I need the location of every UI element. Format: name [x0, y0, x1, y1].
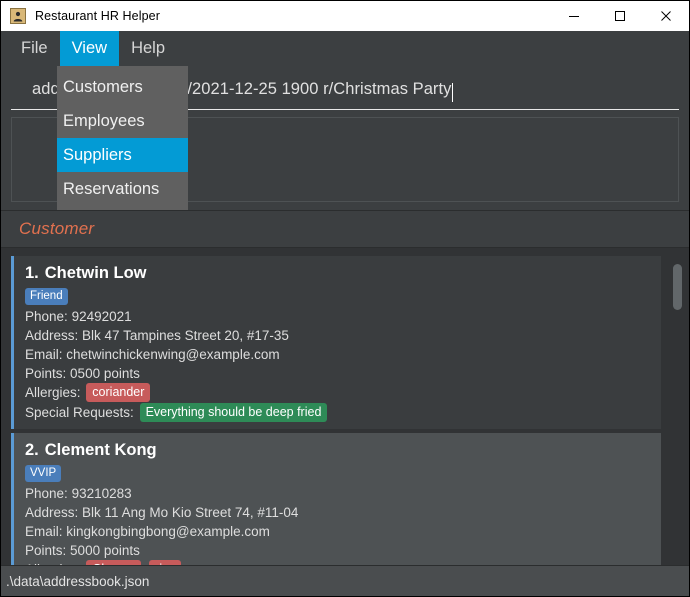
- field-phone-value: 93210283: [71, 486, 132, 501]
- field-address-value: Blk 11 Ang Mo Kio Street 74, #11-04: [82, 505, 299, 520]
- card-accent-bar: [11, 256, 14, 429]
- command-input-prefix: add: [32, 79, 60, 98]
- special-request-badge: Everything should be deep fried: [139, 403, 328, 422]
- tag-row: Friend: [25, 286, 661, 305]
- view-dropdown-menu: Customers Employees Suppliers Reservatio…: [57, 66, 188, 210]
- field-address-value: Blk 47 Tampines Street 20, #17-35: [82, 328, 289, 343]
- menu-option-reservations[interactable]: Reservations: [57, 172, 188, 206]
- menu-item-file[interactable]: File: [9, 31, 60, 66]
- field-allergies-label: Allergies:: [25, 562, 81, 565]
- field-points-value: 0500 points: [70, 366, 140, 381]
- list-item[interactable]: 1. Chetwin Low Friend Phone: 92492021 Add…: [11, 256, 661, 429]
- status-badge: Friend: [25, 288, 68, 305]
- card-index: 2.: [25, 441, 39, 459]
- allergy-badge: coriander: [86, 383, 151, 402]
- field-allergies: Allergies: Cheese rice: [25, 560, 661, 565]
- field-phone-label: Phone:: [25, 486, 68, 501]
- field-email-label: Email:: [25, 347, 63, 362]
- menu-option-customers[interactable]: Customers: [57, 70, 188, 104]
- menu-option-suppliers[interactable]: Suppliers: [57, 138, 188, 172]
- allergy-badge: rice: [149, 560, 182, 565]
- status-bar: .\data\addressbook.json: [1, 565, 689, 596]
- field-allergies-label: Allergies:: [25, 385, 81, 400]
- field-points-label: Points:: [25, 543, 67, 558]
- menu-bar: File View Help: [1, 31, 689, 66]
- field-email-value: kingkongbingbong@example.com: [66, 524, 270, 539]
- customer-list: 1. Chetwin Low Friend Phone: 92492021 Add…: [1, 248, 689, 565]
- field-address-label: Address:: [25, 505, 79, 520]
- tag-row: VVIP: [25, 463, 661, 482]
- minimize-icon[interactable]: [551, 1, 597, 31]
- allergy-badge: Cheese: [86, 560, 142, 565]
- field-email: Email: kingkongbingbong@example.com: [25, 522, 661, 541]
- card-name: Chetwin Low: [44, 264, 147, 282]
- maximize-icon[interactable]: [597, 1, 643, 31]
- card-title: 1. Chetwin Low: [25, 264, 661, 283]
- field-email: Email: chetwinchickenwing@example.com: [25, 345, 661, 364]
- field-allergies: Allergies: coriander: [25, 383, 661, 403]
- text-caret: [452, 82, 454, 102]
- title-bar: Restaurant HR Helper: [1, 1, 689, 31]
- section-title: Customer: [19, 219, 95, 238]
- field-points: Points: 0500 points: [25, 364, 661, 383]
- field-points: Points: 5000 points: [25, 541, 661, 560]
- section-header: Customer: [1, 210, 689, 248]
- card-accent-bar: [11, 433, 14, 565]
- field-address: Address: Blk 11 Ang Mo Kio Street 74, #1…: [25, 503, 661, 522]
- field-special-requests-label: Special Requests:: [25, 405, 134, 420]
- field-phone-label: Phone:: [25, 309, 68, 324]
- menu-option-employees[interactable]: Employees: [57, 104, 188, 138]
- card-index: 1.: [25, 264, 39, 282]
- field-phone: Phone: 93210283: [25, 484, 661, 503]
- list-item[interactable]: 2. Clement Kong VVIP Phone: 93210283 Addr…: [11, 433, 661, 565]
- card-name: Clement Kong: [44, 441, 157, 459]
- field-email-value: chetwinchickenwing@example.com: [66, 347, 280, 362]
- person-badge-icon: [10, 8, 26, 24]
- field-phone-value: 92492021: [71, 309, 132, 324]
- status-bar-path: .\data\addressbook.json: [6, 573, 150, 589]
- field-phone: Phone: 92492021: [25, 307, 661, 326]
- window-controls: [551, 1, 689, 31]
- menu-item-help[interactable]: Help: [119, 31, 177, 66]
- field-special-requests: Special Requests: Everything should be d…: [25, 403, 661, 423]
- field-points-label: Points:: [25, 366, 67, 381]
- field-address: Address: Blk 47 Tampines Street 20, #17-…: [25, 326, 661, 345]
- app-window: Restaurant HR Helper File View Help add …: [0, 0, 690, 597]
- scrollbar-thumb[interactable]: [673, 264, 682, 310]
- status-badge: VVIP: [25, 465, 62, 482]
- card-title: 2. Clement Kong: [25, 441, 661, 460]
- field-address-label: Address:: [25, 328, 79, 343]
- field-email-label: Email:: [25, 524, 63, 539]
- menu-item-view[interactable]: View: [59, 31, 120, 66]
- list-scrollbar[interactable]: [673, 256, 682, 565]
- close-icon[interactable]: [643, 1, 689, 31]
- window-title: Restaurant HR Helper: [35, 9, 160, 23]
- field-points-value: 5000 points: [70, 543, 140, 558]
